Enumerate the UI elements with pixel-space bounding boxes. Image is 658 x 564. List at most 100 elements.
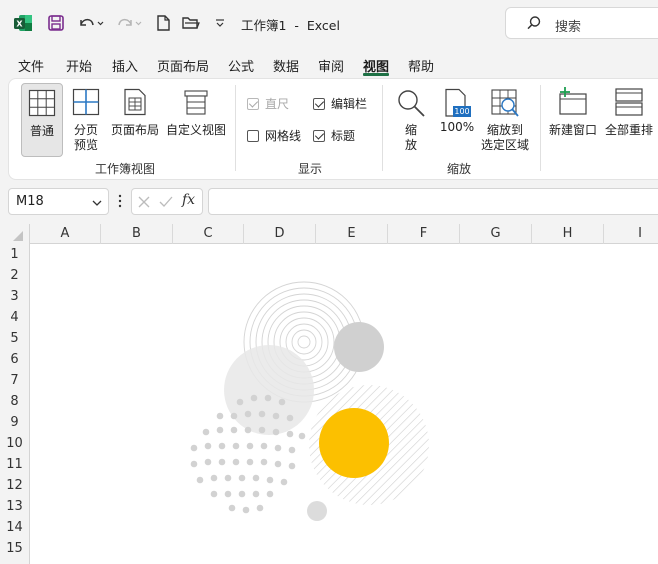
column-header-g[interactable]: G (460, 224, 532, 244)
tab-file[interactable]: 文件 (18, 56, 44, 75)
new-window-icon (557, 86, 589, 121)
redo-icon[interactable] (114, 12, 144, 34)
row-header-13[interactable]: 13 (0, 496, 29, 517)
search-placeholder: 搜索 (555, 20, 582, 35)
column-header-i[interactable]: I (604, 224, 658, 244)
search-icon (526, 15, 542, 34)
open-folder-icon[interactable] (180, 12, 202, 34)
page-layout-view-button[interactable]: 页面布局 (109, 83, 161, 138)
tab-help[interactable]: 帮助 (408, 56, 434, 75)
select-all-corner[interactable] (0, 224, 30, 244)
ruler-checkbox[interactable]: 直尺 (247, 95, 289, 112)
row-header-9[interactable]: 9 (0, 412, 29, 433)
name-box-value: M18 (16, 194, 44, 209)
tab-home[interactable]: 开始 (66, 56, 92, 75)
group-divider (540, 85, 541, 171)
zoom-100-label: 100% (439, 120, 475, 134)
custom-views-icon (182, 88, 210, 119)
decorative-circles-illustration (190, 281, 429, 521)
custom-views-button[interactable]: 自定义视图 (166, 83, 226, 138)
cancel-icon[interactable] (138, 196, 150, 208)
row-header-3[interactable]: 3 (0, 286, 29, 307)
column-header-b[interactable]: B (101, 224, 173, 244)
formula-bar: M18 fx (0, 184, 658, 222)
row-header-11[interactable]: 11 (0, 454, 29, 475)
row-header-8[interactable]: 8 (0, 391, 29, 412)
arrange-all-button[interactable]: 全部重排 (603, 83, 655, 138)
page-layout-view-icon (123, 88, 147, 119)
row-header-12[interactable]: 12 (0, 475, 29, 496)
column-header-a[interactable]: A (30, 224, 101, 244)
save-icon[interactable] (46, 12, 66, 34)
headings-checkbox-box (313, 129, 325, 142)
insert-function-button[interactable]: fx (182, 192, 195, 208)
tab-data[interactable]: 数据 (273, 56, 299, 75)
row-header-4[interactable]: 4 (0, 307, 29, 328)
page-break-preview-button[interactable]: 分页 预览 (69, 83, 103, 153)
zoom-to-selection-button[interactable]: 缩放到 选定区域 (477, 83, 533, 153)
column-header-e[interactable]: E (316, 224, 388, 244)
name-box[interactable]: M18 (8, 188, 109, 215)
column-header-d[interactable]: D (244, 224, 316, 244)
normal-view-button[interactable]: 普通 (21, 83, 63, 157)
zoom-icon (396, 88, 426, 121)
ribbon-tabs: 文件 开始 插入 页面布局 公式 数据 审阅 视图 帮助 (0, 50, 658, 76)
search-input[interactable]: 搜索 (505, 7, 658, 39)
group-divider (235, 85, 236, 171)
ruler-checkbox-box (247, 97, 259, 110)
headings-label: 标题 (331, 129, 356, 143)
new-window-label: 新建窗口 (548, 123, 597, 137)
new-file-icon[interactable] (154, 12, 172, 34)
zoom-label-2: 放 (404, 138, 417, 152)
formula-bar-checkbox[interactable]: 编辑栏 (313, 95, 367, 112)
zoom-group-label: 缩放 (447, 162, 472, 176)
normal-view-icon (28, 89, 56, 120)
gridlines-checkbox[interactable]: 网格线 (247, 127, 301, 144)
zoom-to-selection-label-1: 缩放到 (486, 123, 523, 137)
show-group-label: 显示 (298, 162, 323, 176)
zoom-100-icon-text: 100 (454, 107, 470, 116)
zoom-100-icon: 100 (443, 88, 471, 118)
tab-page-layout[interactable]: 页面布局 (157, 56, 209, 75)
workbook-views-group-label: 工作簿视图 (95, 162, 156, 176)
window-title: 工作簿1 - Excel (241, 18, 340, 33)
row-headers: 1 2 3 4 5 6 7 8 9 10 11 12 13 14 15 (0, 244, 30, 564)
row-header-2[interactable]: 2 (0, 265, 29, 286)
tab-insert[interactable]: 插入 (112, 56, 138, 75)
column-header-f[interactable]: F (388, 224, 460, 244)
formula-actions: fx (131, 188, 203, 215)
active-tab-indicator (363, 73, 389, 76)
worksheet-grid[interactable]: A B C D E F G H I 1 2 3 4 5 6 7 8 9 10 1… (0, 224, 658, 564)
more-options-icon[interactable] (118, 193, 122, 212)
formula-bar-label: 编辑栏 (331, 97, 368, 111)
arrange-all-label: 全部重排 (604, 123, 653, 137)
tab-review[interactable]: 审阅 (318, 56, 344, 75)
normal-view-label: 普通 (29, 124, 54, 138)
tab-formulas[interactable]: 公式 (228, 56, 254, 75)
column-header-h[interactable]: H (532, 224, 604, 244)
arrange-all-icon (613, 86, 645, 121)
row-header-15[interactable]: 15 (0, 538, 29, 559)
page-break-preview-label-1: 分页 (73, 123, 98, 137)
svg-text:X: X (16, 20, 23, 29)
enter-check-icon[interactable] (159, 196, 173, 208)
undo-icon[interactable] (76, 12, 106, 34)
new-window-button[interactable]: 新建窗口 (547, 83, 599, 138)
row-header-5[interactable]: 5 (0, 328, 29, 349)
column-header-c[interactable]: C (173, 224, 244, 244)
customize-toolbar-icon[interactable] (212, 12, 228, 34)
row-header-14[interactable]: 14 (0, 517, 29, 538)
row-header-10[interactable]: 10 (0, 433, 29, 454)
zoom-button[interactable]: 缩 放 (393, 83, 429, 153)
formula-bar-checkbox-box (313, 97, 325, 110)
row-header-1[interactable]: 1 (0, 244, 29, 265)
row-header-7[interactable]: 7 (0, 370, 29, 391)
formula-input[interactable] (208, 188, 658, 215)
gridlines-checkbox-box (247, 129, 259, 142)
row-header-6[interactable]: 6 (0, 349, 29, 370)
zoom-100-button[interactable]: 100 100% (437, 83, 477, 135)
headings-checkbox[interactable]: 标题 (313, 127, 355, 144)
title-bar: X 工作簿1 - Excel 搜索 (0, 0, 658, 46)
select-all-triangle-icon (13, 231, 23, 241)
group-divider (382, 85, 383, 171)
